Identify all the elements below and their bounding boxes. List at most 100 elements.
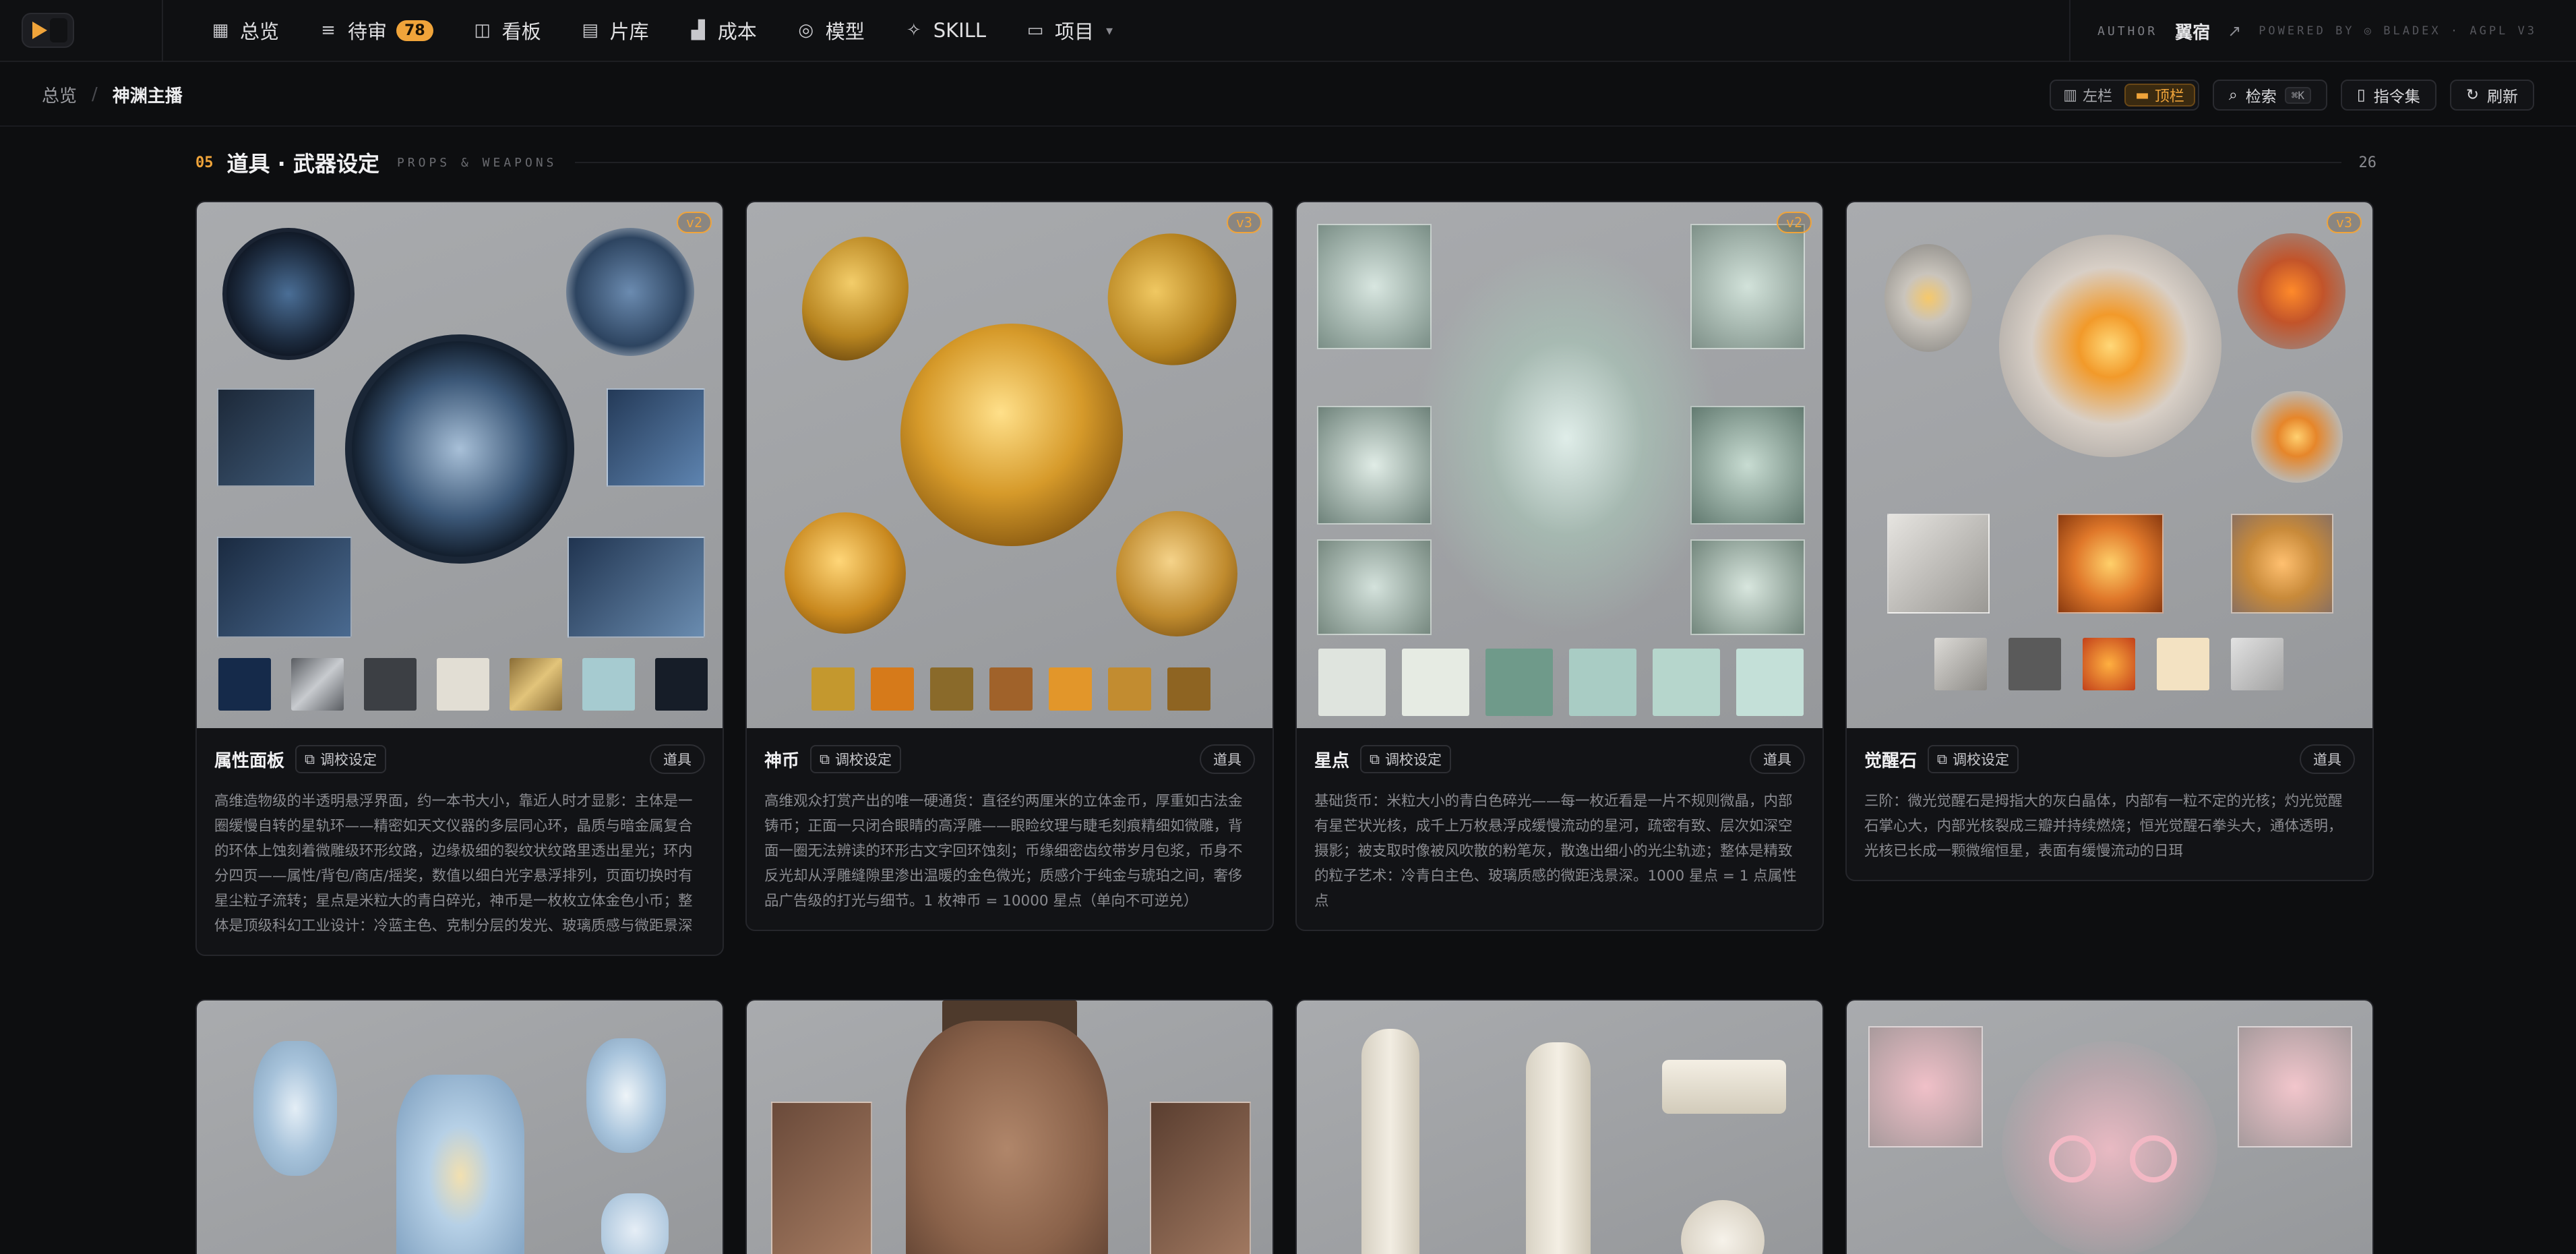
nav-item-model[interactable]: ◎ 模型 [778, 10, 882, 51]
film-icon: ▤ [582, 20, 599, 40]
copy-icon: ⧉ [1937, 750, 1948, 767]
section-count: 26 [2358, 154, 2377, 171]
search-shortcut: ⌘K [2284, 86, 2312, 104]
card-body: 神币 ⧉ 调校设定 道具 高维观众打赏产出的唯一硬通货：直径约两厘米的立体金币，厚… [747, 728, 1272, 930]
nav-label: 片库 [609, 20, 649, 43]
sparkle-icon: ✧ [906, 20, 921, 40]
card-description: 高维造物级的半透明悬浮界面，约一本书大小，靠近人时才显影：主体是一圈缓慢自转的星… [214, 793, 693, 934]
breadcrumb-current: 神渊主播 [112, 86, 183, 107]
asset-card[interactable] [1295, 999, 1824, 1254]
tune-settings-label: 调校设定 [1385, 752, 1442, 768]
asset-card[interactable]: v2 属性面板 ⧉ 调校设定 道具 高维造物级的半透明悬浮界面，约一本书大小，靠近… [195, 201, 724, 956]
nav-item-skill[interactable]: ✧ SKILL [886, 10, 1004, 51]
section-title: 道具 · 武器设定 [226, 151, 379, 177]
search-label: 检索 [2245, 88, 2277, 106]
section-header: 05 道具 · 武器设定 PROPS & WEAPONS 26 [195, 146, 2376, 179]
board-icon: ◫ [474, 20, 491, 40]
main-nav: ▦ 总览 ≡ 待审 78 ◫ 看板 ▤ 片库 ▟ 成本 ◎ 模型 ✧ SKILL [163, 0, 1130, 61]
breadcrumb-root[interactable]: 总览 [42, 82, 77, 107]
tune-settings-button[interactable]: ⧉ 调校设定 [1360, 745, 1452, 773]
refresh-icon: ↻ [2465, 86, 2479, 104]
asset-image[interactable] [747, 1001, 1272, 1254]
card-body: 属性面板 ⧉ 调校设定 道具 高维造物级的半透明悬浮界面，约一本书大小，靠近人时才… [197, 728, 723, 955]
asset-image[interactable]: v3 [1847, 202, 2372, 728]
search-icon: ⌕ [2228, 86, 2238, 104]
layout-toggle: ▥ 左栏 ▬ 顶栏 [2050, 80, 2199, 111]
powered-by: POWERED BY ◎ BLADEX · AGPL V3 [2259, 24, 2537, 38]
tune-settings-label: 调校设定 [1953, 752, 2010, 768]
nav-label: 模型 [825, 20, 865, 43]
app-logo[interactable] [22, 13, 74, 48]
version-badge: v3 [2326, 212, 2362, 233]
asset-card[interactable]: v3 觉醒石 ⧉ 调校设定 道具 三阶：微光觉醒石是拇指大的灰白晶体，内部有一粒不… [1845, 201, 2374, 881]
grid-icon: ▦ [212, 20, 229, 40]
section-subtitle: PROPS & WEAPONS [396, 155, 557, 170]
category-tag[interactable]: 道具 [1200, 744, 1255, 774]
logo-area [0, 0, 163, 61]
nav-item-review[interactable]: ≡ 待审 78 [301, 10, 451, 51]
nav-label: 总览 [240, 20, 280, 43]
layout-left-option[interactable]: ▥ 左栏 [2054, 84, 2122, 107]
sidebar-layout-icon: ▥ [2063, 86, 2078, 104]
asset-image[interactable] [1847, 1001, 2372, 1254]
author-name: 翼宿 [2175, 22, 2211, 43]
nav-item-cost[interactable]: ▟ 成本 [671, 10, 774, 51]
refresh-button[interactable]: ↻ 刷新 [2449, 80, 2534, 111]
nav-item-library[interactable]: ▤ 片库 [563, 10, 667, 51]
version-badge: v3 [1226, 212, 1262, 233]
tune-settings-button[interactable]: ⧉ 调校设定 [1928, 745, 2019, 773]
card-body: 觉醒石 ⧉ 调校设定 道具 三阶：微光觉醒石是拇指大的灰白晶体，内部有一粒不定的光… [1847, 728, 2372, 880]
document-icon: ▯ [2357, 86, 2366, 104]
card-title: 神币 [764, 750, 800, 771]
nav-label: 看板 [501, 20, 541, 43]
tune-settings-button[interactable]: ⧉ 调校设定 [810, 745, 902, 773]
tune-settings-button[interactable]: ⧉ 调校设定 [295, 745, 387, 773]
asset-image[interactable]: v3 [747, 202, 1272, 728]
chart-icon: ▟ [691, 20, 705, 40]
asset-image[interactable]: v2 [197, 202, 723, 728]
review-count-badge: 78 [396, 20, 433, 41]
commands-button[interactable]: ▯ 指令集 [2341, 80, 2436, 111]
copy-icon: ⧉ [1370, 750, 1380, 767]
topbar-layout-icon: ▬ [2135, 86, 2149, 104]
card-title: 属性面板 [214, 750, 285, 771]
copy-icon: ⧉ [820, 750, 830, 767]
nav-label: 待审 [348, 20, 388, 43]
card-title: 星点 [1314, 750, 1350, 771]
asset-image[interactable] [197, 1001, 723, 1254]
nav-label: SKILL [933, 19, 987, 42]
asset-card[interactable] [745, 999, 1274, 1254]
author-area: AUTHOR 翼宿 ↗ POWERED BY ◎ BLADEX · AGPL V… [2069, 0, 2537, 62]
version-badge: v2 [1776, 212, 1812, 233]
tune-settings-label: 调校设定 [835, 752, 892, 768]
asset-card[interactable]: v3 神币 ⧉ 调校设定 道具 高维观众打赏产出的唯一硬通货：直径约两厘米的立体金… [745, 201, 1274, 931]
card-description: 基础货币：米粒大小的青白色碎光——每一枚近看是一片不规则微晶，内部有星芒状光核，… [1314, 793, 1797, 909]
asset-image[interactable] [1297, 1001, 1822, 1254]
category-tag[interactable]: 道具 [650, 744, 705, 774]
category-tag[interactable]: 道具 [2300, 744, 2355, 774]
copy-icon: ⧉ [305, 750, 315, 767]
tune-settings-label: 调校设定 [320, 752, 377, 768]
review-icon: ≡ [321, 20, 336, 40]
external-link-icon[interactable]: ↗ [2228, 22, 2241, 40]
card-header: 星点 ⧉ 调校设定 道具 [1314, 744, 1805, 774]
asset-card[interactable]: v2 星点 ⧉ 调校设定 道具 基础货币：米粒大小的青白色碎光——每一枚近看是一片… [1295, 201, 1824, 931]
layout-top-option[interactable]: ▬ 顶栏 [2124, 84, 2195, 107]
search-button[interactable]: ⌕ 检索 ⌘K [2212, 80, 2328, 111]
author-label: AUTHOR [2097, 24, 2158, 38]
nav-item-project[interactable]: ▭ 项目 ▾ [1008, 10, 1130, 51]
card-header: 觉醒石 ⧉ 调校设定 道具 [1864, 744, 2355, 774]
nav-label: 项目 [1055, 20, 1095, 43]
section-divider [574, 162, 2341, 163]
version-badge: v2 [676, 212, 712, 233]
nav-item-overview[interactable]: ▦ 总览 [193, 10, 297, 51]
model-icon: ◎ [798, 20, 814, 40]
asset-card[interactable] [195, 999, 724, 1254]
nav-item-board[interactable]: ◫ 看板 [455, 10, 559, 51]
asset-image[interactable]: v2 [1297, 202, 1822, 728]
nav-label: 成本 [717, 20, 757, 43]
category-tag[interactable]: 道具 [1750, 744, 1805, 774]
asset-card[interactable] [1845, 999, 2374, 1254]
card-description: 高维观众打赏产出的唯一硬通货：直径约两厘米的立体金币，厚重如古法金铸币；正面一只… [764, 793, 1243, 909]
layout-left-label: 左栏 [2083, 88, 2113, 105]
